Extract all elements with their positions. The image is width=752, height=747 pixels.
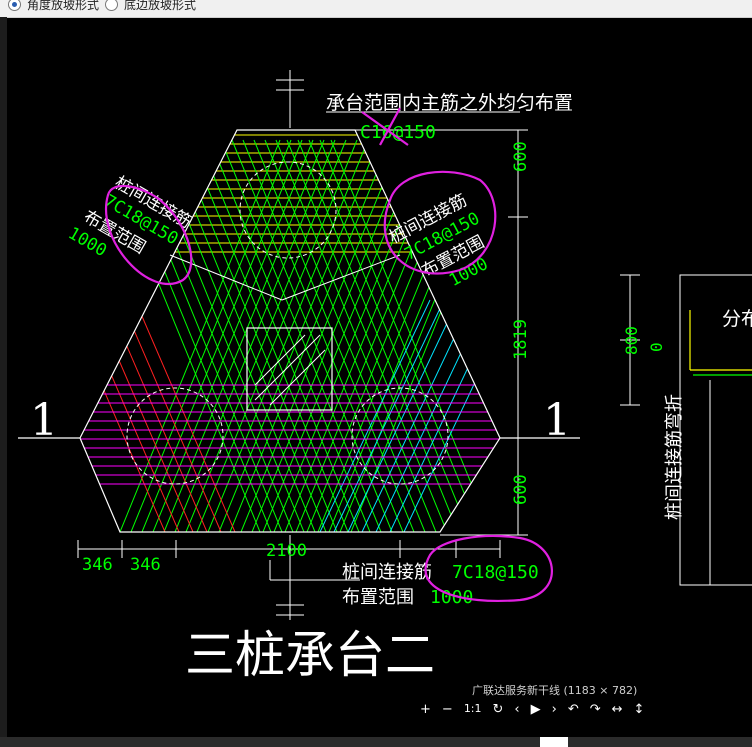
rebar-line: [347, 299, 459, 532]
note-top: 承台范围内主筋之外均匀布置: [326, 92, 573, 114]
rotate-right-icon[interactable]: ↷: [590, 702, 601, 717]
rebar-line: [319, 299, 431, 532]
rebar-line: [176, 139, 338, 532]
side-dim-800: 800: [622, 326, 641, 355]
bottom-note-line4: 1000: [430, 587, 473, 608]
refresh-icon[interactable]: ↻: [493, 702, 504, 717]
bottom-note-line1: 桩间连接筋: [342, 562, 432, 583]
dim-346-b: 346: [130, 555, 161, 575]
rebar-line: [284, 139, 446, 532]
rebar-line: [389, 299, 500, 532]
dim-600-bottom: 600: [511, 474, 531, 505]
fit-width-icon[interactable]: ↔: [612, 702, 623, 717]
dim-346-a: 346: [82, 555, 113, 575]
rebar-line: [264, 139, 426, 532]
rebar-line: [240, 139, 402, 532]
rebar-line: [262, 139, 424, 532]
bottom-scroll-thumb[interactable]: [540, 737, 568, 747]
drawing-title: 三桩承台二: [185, 626, 435, 684]
rebar-line: [231, 139, 393, 532]
rebar-line: [275, 139, 437, 532]
note-top-value: C16@150: [360, 122, 436, 143]
section-mark-right: 1: [543, 395, 571, 446]
section-mark-left: 1: [30, 395, 58, 446]
radio-base-slope-label: 底边放坡形式: [124, 0, 197, 12]
cad-drawing-canvas: 1 1 600 1819 600 346 346 2100 承台范围内主筋之外均…: [18, 70, 752, 684]
actual-size-button[interactable]: 1:1: [464, 702, 482, 717]
rebar-line: [297, 139, 459, 532]
rebar-line: [106, 299, 208, 532]
viewer-controls: + − 1:1 ↻ ‹ ▶ › ↶ ↷ ↔ ↕: [420, 702, 644, 717]
rebar-line: [273, 139, 435, 532]
rebar-line: [339, 139, 500, 532]
dim-600-top: 600: [511, 141, 531, 172]
rebar-line: [229, 139, 391, 532]
radio-angle-slope-label: 角度放坡形式: [27, 0, 100, 12]
zoom-out-button[interactable]: −: [442, 702, 453, 717]
prev-button[interactable]: ‹: [514, 702, 519, 717]
left-note: 桩间连接筋 7C18@150 布置范围 1000: [65, 173, 195, 261]
rebar-line: [80, 299, 180, 532]
bottom-scroll-strip: [0, 737, 752, 747]
radio-angle-slope[interactable]: [8, 0, 21, 11]
vertical-dimension: [355, 129, 528, 536]
next-button[interactable]: ›: [552, 702, 557, 717]
left-scroll-strip: [0, 17, 7, 737]
rebar-line: [242, 139, 404, 532]
play-button[interactable]: ▶: [531, 702, 541, 717]
side-dim-0: 0: [647, 342, 666, 352]
slope-radio-group: 角度放坡形式 底边放坡形式: [8, 0, 196, 13]
rebar-line: [187, 139, 349, 532]
rebar-line: [220, 139, 382, 532]
viewer-caption: 广联达服务新干线 (1183 × 782): [472, 684, 638, 697]
top-toolbar: 角度放坡形式 底边放坡形式: [0, 0, 752, 18]
bottom-note-line3: 布置范围: [342, 587, 414, 608]
rebar-line: [350, 139, 500, 532]
rebar-line: [286, 139, 448, 532]
dim-2100: 2100: [266, 541, 307, 561]
rebar-line: [361, 299, 473, 532]
rotate-left-icon[interactable]: ↶: [568, 702, 579, 717]
pile-left: [126, 387, 224, 485]
radio-base-slope[interactable]: [105, 0, 119, 11]
zoom-in-button[interactable]: +: [420, 702, 431, 717]
side-label: 桩间连接筋弯折: [664, 394, 685, 520]
bottom-note-line2: 7C18@150: [452, 562, 539, 583]
rebar-line: [330, 139, 492, 532]
pile-top: [239, 161, 337, 259]
fit-height-icon[interactable]: ↕: [634, 702, 645, 717]
rebar-line: [154, 139, 316, 532]
dim-1819: 1819: [511, 319, 531, 360]
rebar-line: [209, 139, 371, 532]
rebar-line: [120, 299, 222, 532]
side-text: 分布: [722, 308, 752, 330]
rebar-line: [165, 139, 327, 532]
